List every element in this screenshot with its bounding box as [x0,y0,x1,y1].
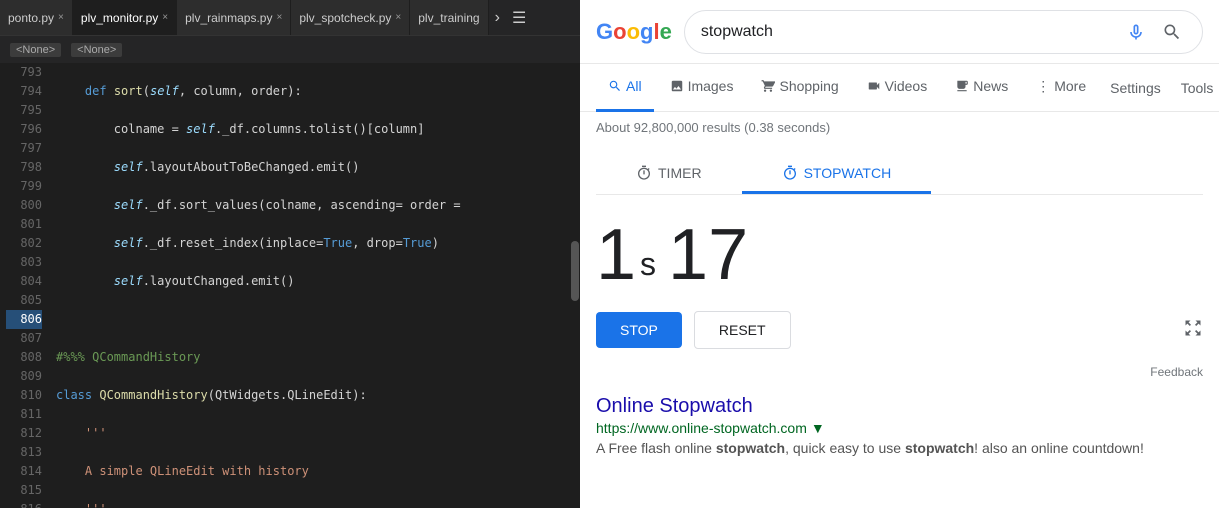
stopwatch-tab-label: STOPWATCH [804,165,892,181]
tab-overflow-btn[interactable]: › [489,0,506,35]
result-url-text: https://www.online-stopwatch.com [596,420,807,436]
expand-button[interactable] [1183,318,1203,343]
file-path-bar: <None> <None> [0,35,580,63]
results-info: About 92,800,000 results (0.38 seconds) [580,112,1219,143]
tab-plv-spotcheck[interactable]: plv_spotcheck.py × [291,0,410,35]
result-snippet: A Free flash online stopwatch, quick eas… [596,438,1203,459]
nav-item-all[interactable]: All [596,64,654,112]
voice-search-button[interactable] [1122,18,1150,46]
google-panel: Google stopwatch All [580,0,1219,508]
tab-label: ponto.py [8,11,54,25]
code-editor: ponto.py × plv_monitor.py × plv_rainmaps… [0,0,580,508]
search-box[interactable]: stopwatch [684,10,1203,54]
tools-button[interactable]: Tools [1173,80,1219,96]
timer-tab-label: TIMER [658,165,702,181]
code-area: 793 794 795 796 797 798 799 800 801 802 … [0,63,580,508]
stopwatch-display: 1 s 17 [596,211,1203,299]
nav-item-news[interactable]: News [943,64,1020,112]
nav-label-shopping: Shopping [779,78,838,94]
result-title-link[interactable]: Online Stopwatch [596,395,753,417]
path-left[interactable]: <None> [10,43,61,57]
path-right[interactable]: <None> [71,43,122,57]
tab-bar: ponto.py × plv_monitor.py × plv_rainmaps… [0,0,580,35]
timer-tab[interactable]: TIMER [596,155,742,194]
nav-label-all: All [626,78,642,94]
stopwatch-tab[interactable]: STOPWATCH [742,155,932,194]
nav-item-images[interactable]: Images [658,64,746,112]
tab-menu-btn[interactable]: ☰ [506,0,532,35]
snippet-bold-1: stopwatch [716,440,785,456]
google-nav: All Images Shopping Videos News ⋮ More S… [580,64,1219,112]
tab-plv-training[interactable]: plv_training [410,0,488,35]
tab-close-plv-spotcheck[interactable]: × [395,12,401,23]
search-text: stopwatch [701,23,1114,41]
search-button[interactable] [1158,18,1186,46]
tab-ponto[interactable]: ponto.py × [0,0,73,35]
widget-tabs: TIMER STOPWATCH [596,155,1203,195]
result-dropdown-icon[interactable]: ▼ [811,420,825,436]
widget-controls: STOP RESET [596,311,1203,349]
reset-button[interactable]: RESET [694,311,791,349]
result-url: https://www.online-stopwatch.com ▼ [596,420,1203,436]
google-logo: Google [596,19,672,45]
code-content[interactable]: def sort(self, column, order): colname =… [48,63,570,508]
stopwatch-unit: s [640,246,656,283]
stopwatch-seconds: 1 [596,219,636,291]
stop-button[interactable]: STOP [596,312,682,348]
more-dots-icon: ⋮ [1036,78,1050,95]
nav-label-news: News [973,78,1008,94]
tab-plv-rainmaps[interactable]: plv_rainmaps.py × [177,0,291,35]
nav-item-videos[interactable]: Videos [855,64,940,112]
line-numbers: 793 794 795 796 797 798 799 800 801 802 … [0,63,48,508]
search-icons [1122,18,1186,46]
search-result: Online Stopwatch https://www.online-stop… [580,383,1219,471]
scrollbar[interactable] [570,63,580,508]
tab-plv-monitor[interactable]: plv_monitor.py × [73,0,177,35]
nav-item-shopping[interactable]: Shopping [749,64,850,112]
google-header: Google stopwatch [580,0,1219,64]
settings-button[interactable]: Settings [1102,80,1169,96]
nav-label-videos: Videos [885,78,928,94]
snippet-bold-2: stopwatch [905,440,974,456]
tab-close-plv-rainmaps[interactable]: × [276,12,282,23]
tab-close-plv-monitor[interactable]: × [162,12,168,23]
feedback-label[interactable]: Feedback [1150,365,1203,379]
tab-close-ponto[interactable]: × [58,12,64,23]
tab-label: plv_monitor.py [81,11,158,25]
tab-label: plv_rainmaps.py [185,11,272,25]
stopwatch-centiseconds: 17 [668,219,748,291]
nav-item-more[interactable]: ⋮ More [1024,64,1098,112]
nav-label-images: Images [688,78,734,94]
nav-label-more: More [1054,78,1086,94]
tab-label: plv_spotcheck.py [299,11,391,25]
stopwatch-widget: TIMER STOPWATCH 1 s 17 STOP RESET [580,143,1219,361]
feedback-row: Feedback [580,361,1219,383]
scrollbar-thumb[interactable] [571,241,579,301]
tab-label: plv_training [418,11,479,25]
